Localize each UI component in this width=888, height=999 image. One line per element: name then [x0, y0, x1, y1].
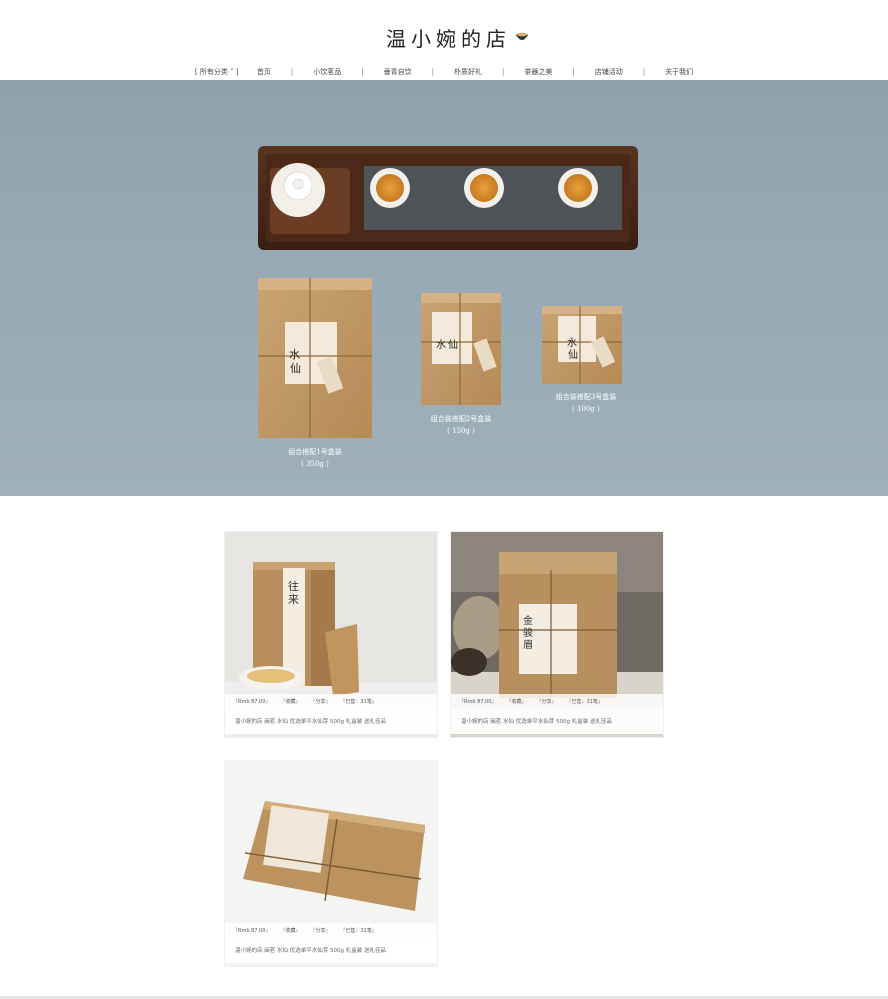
caption-name: 组合装搭配3号盒装	[555, 393, 617, 401]
share-link[interactable]: 『分享』	[536, 698, 556, 705]
product-price: 『Rmb 87.00』	[233, 927, 271, 934]
tea-cup	[564, 174, 592, 202]
nav-gifts[interactable]: 朴质好礼	[454, 67, 482, 77]
product-card[interactable]: 往来 『Rmb 87.00』 『收藏』 『分享』 『已售：31笔』 温小婉的店 …	[224, 531, 438, 738]
caption-weight: ( 100g )	[572, 405, 600, 413]
site-header: 温小婉的店	[0, 0, 888, 64]
caption-name: 组合搭配1号盒装	[288, 448, 342, 456]
product-price: 『Rmb 87.00』	[233, 698, 271, 705]
hero-caption-3: 组合装搭配3号盒装 ( 100g )	[541, 391, 631, 415]
nav-teaware[interactable]: 茶器之美	[524, 67, 552, 77]
nav-events[interactable]: 店铺活动	[595, 67, 623, 77]
share-link[interactable]: 『分享』	[310, 698, 330, 705]
teacup-icon	[516, 32, 528, 40]
product-box-text: 往来	[288, 580, 299, 606]
product-title[interactable]: 温小婉的店 闽茗 水仙 优选单平水仙芽 500g 礼盒装 送礼佳品	[225, 937, 437, 963]
product-meta: 『Rmb 87.00』 『收藏』 『分享』 『已售：31笔』	[451, 694, 663, 708]
shop-name: 温小婉的店	[386, 26, 511, 51]
gift-box-3	[542, 306, 622, 384]
product-card[interactable]: 『Rmb 87.00』 『收藏』 『分享』 『已售：31笔』 温小婉的店 闽茗 …	[224, 760, 438, 967]
tea-cup	[376, 174, 404, 202]
caption-name: 组合装搭配2号盒装	[430, 415, 492, 423]
product-price: 『Rmb 87.00』	[459, 698, 497, 705]
caption-weight: ( 150g )	[447, 427, 475, 435]
sold-count: 『已售：31笔』	[340, 698, 377, 705]
shop-logo[interactable]: 温小婉的店	[386, 22, 529, 52]
box-label: 水	[436, 340, 446, 351]
product-meta: 『Rmb 87.00』 『收藏』 『分享』 『已售：31笔』	[225, 694, 437, 708]
nav-small-tea[interactable]: 小饮茗品	[313, 67, 341, 77]
nav-separator: |	[502, 68, 505, 76]
sold-count: 『已售：31笔』	[340, 927, 377, 934]
hero-caption-1: 组合搭配1号盒装 ( 350g )	[270, 446, 360, 470]
hero-caption-2: 组合装搭配2号盒装 ( 150g )	[416, 413, 506, 437]
nav-separator: |	[361, 68, 364, 76]
nav-separator: |	[247, 68, 249, 76]
favorite-link[interactable]: 『收藏』	[280, 698, 300, 705]
gift-box-2	[421, 293, 501, 405]
product-title[interactable]: 温小婉的店 闽茗 水仙 优选单平水仙芽 500g 礼盒装 送礼佳品	[225, 708, 437, 734]
sold-count: 『已售：31笔』	[566, 698, 603, 705]
tea-cup	[470, 174, 498, 202]
share-link[interactable]: 『分享』	[310, 927, 330, 934]
box-label: 仙	[290, 362, 301, 375]
product-card[interactable]: 金骏眉 『Rmb 87.00』 『收藏』 『分享』 『已售：31笔』 温小婉的店…	[450, 531, 664, 738]
main-nav: [ 所有分类 ˅ ] | 首页 | 小饮茗品 | 垂青自饮 | 朴质好礼 | 茶…	[0, 64, 888, 80]
nav-separator: |	[431, 68, 434, 76]
favorite-link[interactable]: 『收藏』	[280, 927, 300, 934]
product-box-text: 金骏眉	[523, 616, 533, 651]
nav-separator: |	[572, 68, 575, 76]
product-title[interactable]: 温小婉的店 闽茗 水仙 优选单平水仙芽 500g 礼盒装 送礼佳品	[451, 708, 663, 734]
gift-box-1	[258, 278, 372, 438]
caption-weight: ( 350g )	[301, 460, 329, 468]
product-meta: 『Rmb 87.00』 『收藏』 『分享』 『已售：31笔』	[225, 923, 437, 937]
nav-separator: |	[642, 68, 646, 76]
nav-all-categories[interactable]: [ 所有分类 ˅ ]	[195, 67, 239, 77]
favorite-link[interactable]: 『收藏』	[506, 698, 526, 705]
box-label: 仙	[568, 350, 578, 361]
nav-home[interactable]: 首页	[257, 67, 271, 77]
nav-self-drink[interactable]: 垂青自饮	[384, 67, 412, 77]
hero-banner[interactable]: 水 仙 水 仙 水 仙 组合搭配1号盒装 ( 350g ) 组合装搭配2号盒装 …	[0, 80, 888, 496]
nav-separator: |	[290, 68, 294, 76]
box-label: 仙	[448, 340, 458, 351]
nav-about[interactable]: 关于我们	[665, 67, 693, 77]
